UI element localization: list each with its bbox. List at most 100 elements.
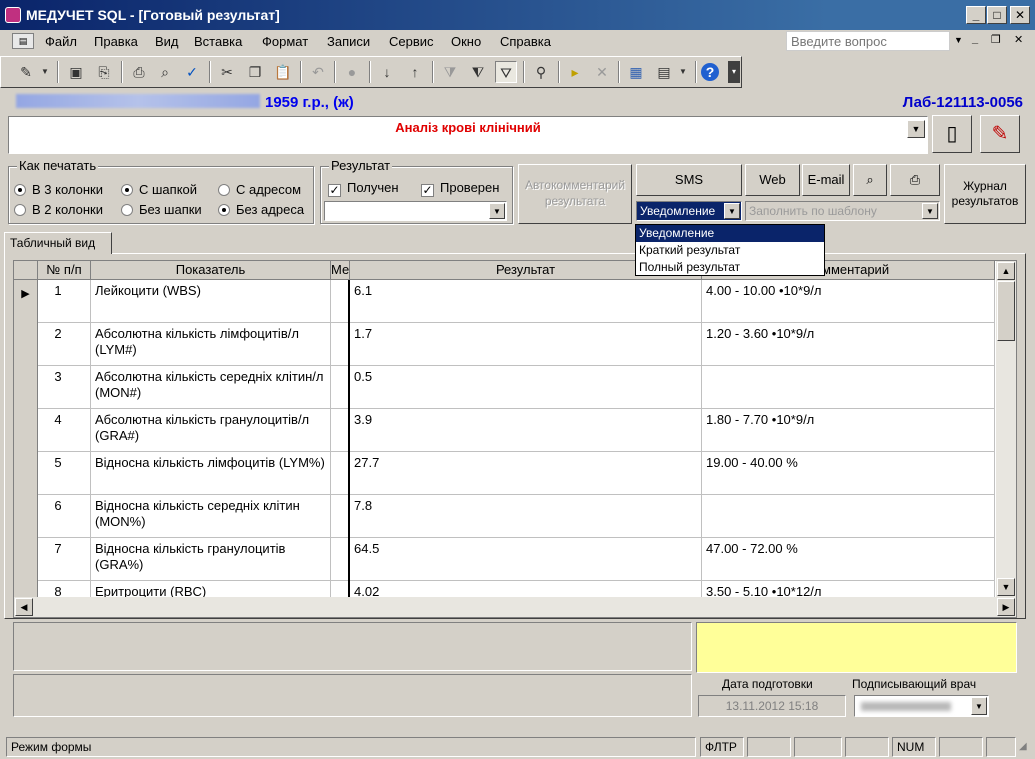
template-dropdown-icon[interactable]: ▼ xyxy=(922,203,938,219)
find-icon[interactable]: ⚲ xyxy=(530,61,552,83)
web-button[interactable]: Web xyxy=(745,164,800,196)
cell-norm[interactable]: 4.00 - 10.00 •10*9/л xyxy=(702,280,995,323)
app-icon[interactable] xyxy=(5,7,21,23)
cell-indicator[interactable]: Відносна кількість середніх клітин (MON%… xyxy=(91,495,331,538)
cell-method[interactable] xyxy=(331,581,350,598)
analysis-field[interactable]: Аналіз крові клінічний ▼ xyxy=(8,116,928,154)
radio-with-header[interactable]: С шапкой xyxy=(121,182,197,197)
menu-help[interactable]: Справка xyxy=(500,34,551,49)
autocomment-button[interactable]: Автокомментарий результата xyxy=(518,164,632,224)
ask-dropdown-icon[interactable]: ▼ xyxy=(954,35,963,45)
table-row[interactable]: 4 Абсолютна кількість гранулоцитів/л (GRA… xyxy=(14,409,995,452)
cell-result[interactable]: 1.7 xyxy=(350,323,702,366)
spelling-icon[interactable]: ✓ xyxy=(181,61,203,83)
row-selector[interactable]: ▶ xyxy=(14,280,38,323)
filter-form-icon[interactable]: ⧨ xyxy=(467,61,489,83)
menu-edit[interactable]: Правка xyxy=(94,34,138,49)
table-row[interactable]: 8 Еритроцити (RBC) 4.02 3.50 - 5.10 •10*12/… xyxy=(14,581,995,598)
print-button[interactable]: ⎙ xyxy=(890,164,940,196)
cell-number[interactable]: 1 xyxy=(38,280,91,323)
close-button[interactable]: ✕ xyxy=(1010,6,1030,24)
cell-method[interactable] xyxy=(331,409,350,452)
filter-selection-icon[interactable]: ⧩ xyxy=(439,61,461,83)
sort-ascending-icon[interactable]: ↓ xyxy=(376,61,398,83)
email-button[interactable]: E-mail xyxy=(802,164,850,196)
undo-icon[interactable]: ↶ xyxy=(307,61,329,83)
cell-result[interactable]: 0.5 xyxy=(350,366,702,409)
row-selector[interactable] xyxy=(14,409,38,452)
table-row[interactable]: ▶ 1 Лейкоцити (WBS) 6.1 4.00 - 10.00 •10*9/л xyxy=(14,280,995,323)
cell-number[interactable]: 3 xyxy=(38,366,91,409)
row-selector[interactable] xyxy=(14,538,38,581)
cell-norm[interactable]: 1.20 - 3.60 •10*9/л xyxy=(702,323,995,366)
table-row[interactable]: 5 Відносна кількість лімфоцитів (LYM%) 27.… xyxy=(14,452,995,495)
view-dropdown-icon[interactable]: ▼ xyxy=(39,61,51,83)
cell-norm[interactable]: 47.00 - 72.00 % xyxy=(702,538,995,581)
cell-method[interactable] xyxy=(331,366,350,409)
cell-indicator[interactable]: Абсолютна кількість лімфоцитів/л (LYM#) xyxy=(91,323,331,366)
cell-indicator[interactable]: Еритроцити (RBC) xyxy=(91,581,331,598)
new-object-dropdown-icon[interactable]: ▼ xyxy=(677,61,689,83)
column-header-number[interactable]: № п/п xyxy=(38,261,91,280)
signing-doctor-combo[interactable]: ▼ xyxy=(854,695,989,717)
cell-number[interactable]: 4 xyxy=(38,409,91,452)
cut-icon[interactable]: ✂ xyxy=(216,61,238,83)
cell-norm[interactable]: 19.00 - 40.00 % xyxy=(702,452,995,495)
comment-panel[interactable] xyxy=(13,622,692,671)
file-search-icon[interactable]: ⎘ xyxy=(93,61,115,83)
result-status-combo[interactable]: ▼ xyxy=(324,201,507,221)
scroll-left-icon[interactable]: ◀ xyxy=(15,598,33,616)
cell-result[interactable]: 6.1 xyxy=(350,280,702,323)
menu-format[interactable]: Формат xyxy=(262,34,308,49)
cell-norm[interactable] xyxy=(702,366,995,409)
checked-checkbox[interactable]: ✓ Проверен xyxy=(421,180,499,197)
cell-number[interactable]: 5 xyxy=(38,452,91,495)
notify-combo[interactable]: Уведомление ▼ xyxy=(636,201,742,221)
radio-2-columns[interactable]: В 2 колонки xyxy=(14,202,103,217)
cell-number[interactable]: 6 xyxy=(38,495,91,538)
notify-option[interactable]: Уведомление xyxy=(636,225,824,242)
cell-number[interactable]: 2 xyxy=(38,323,91,366)
notify-option[interactable]: Полный результат xyxy=(636,259,824,276)
design-view-icon[interactable]: ✎ xyxy=(15,61,37,83)
preparation-date-field[interactable]: 13.11.2012 15:18 xyxy=(698,695,846,717)
calendar-button[interactable]: ✎ xyxy=(980,115,1020,153)
menu-view[interactable]: Вид xyxy=(155,34,179,49)
record-icon[interactable]: ● xyxy=(341,61,363,83)
notify-dropdown-icon[interactable]: ▼ xyxy=(724,203,740,219)
results-grid[interactable]: № п/п Показатель Ме Результат мментарий … xyxy=(13,260,1017,618)
cell-indicator[interactable]: Лейкоцити (WBS) xyxy=(91,280,331,323)
note-panel[interactable] xyxy=(696,622,1017,673)
toolbar-options-icon[interactable]: ▾ xyxy=(728,61,740,83)
row-selector[interactable] xyxy=(14,581,38,598)
cell-norm[interactable]: 3.50 - 5.10 •10*12/л xyxy=(702,581,995,598)
cell-method[interactable] xyxy=(331,280,350,323)
radio-without-header[interactable]: Без шапки xyxy=(121,202,202,217)
resize-grip-icon[interactable]: ◢ xyxy=(1019,741,1027,752)
results-journal-button[interactable]: Журнал результатов xyxy=(944,164,1026,224)
cell-result[interactable]: 3.9 xyxy=(350,409,702,452)
preview-button[interactable]: ⌕ xyxy=(853,164,887,196)
table-row[interactable]: 3 Абсолютна кількість середніх клітин/л (… xyxy=(14,366,995,409)
paste-icon[interactable]: 📋 xyxy=(272,61,294,83)
template-combo[interactable]: Заполнить по шаблону ▼ xyxy=(745,201,940,221)
cell-method[interactable] xyxy=(331,538,350,581)
cell-indicator[interactable]: Відносна кількість лімфоцитів (LYM%) xyxy=(91,452,331,495)
radio-with-address[interactable]: С адресом xyxy=(218,182,301,197)
ask-question-input[interactable]: Введите вопрос xyxy=(786,31,950,51)
row-selector[interactable] xyxy=(14,323,38,366)
sms-button[interactable]: SMS xyxy=(636,164,742,196)
cell-number[interactable]: 8 xyxy=(38,581,91,598)
print-preview-icon[interactable]: ⌕ xyxy=(154,61,176,83)
cell-result[interactable]: 7.8 xyxy=(350,495,702,538)
maximize-button[interactable]: □ xyxy=(987,6,1007,24)
new-record-icon[interactable]: ▸ xyxy=(564,61,586,83)
table-row[interactable]: 6 Відносна кількість середніх клітин (MON… xyxy=(14,495,995,538)
table-row[interactable]: 2 Абсолютна кількість лімфоцитів/л (LYM#)… xyxy=(14,323,995,366)
child-restore-icon[interactable]: ❐ xyxy=(991,33,1001,46)
database-window-icon[interactable]: ▦ xyxy=(625,61,647,83)
new-object-icon[interactable]: ▤ xyxy=(653,61,675,83)
tab-table-view[interactable]: Табличный вид xyxy=(4,232,112,254)
notify-option[interactable]: Краткий результат xyxy=(636,242,824,259)
vertical-scroll-thumb[interactable] xyxy=(997,281,1015,341)
